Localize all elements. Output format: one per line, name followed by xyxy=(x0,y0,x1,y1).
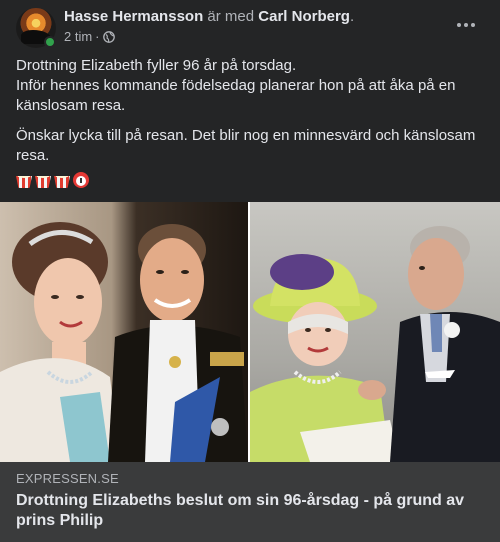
meta-separator: · xyxy=(95,29,100,44)
post-meta: 2 tim · xyxy=(64,29,115,44)
link-preview[interactable]: EXPRESSEN.SE Drottning Elizabeths beslut… xyxy=(0,462,500,542)
post-line: Inför hennes kommande födelsedag planera… xyxy=(16,77,456,114)
tagged-name[interactable]: Carl Norberg xyxy=(258,8,350,25)
link-preview-image[interactable] xyxy=(0,202,500,462)
online-status-dot xyxy=(44,36,56,48)
post-header: Hasse Hermansson är med Carl Norberg. 2 … xyxy=(0,0,500,52)
link-headline[interactable]: Drottning Elizabeths beslut om sin 96-år… xyxy=(16,491,486,531)
alarm-clock-icon xyxy=(73,172,89,188)
post-paragraph-2: Önskar lycka till på resan. Det blir nog… xyxy=(16,127,476,164)
popcorn-icon xyxy=(54,176,70,188)
popcorn-icon xyxy=(16,176,32,188)
photo-left xyxy=(0,202,248,462)
more-options-button[interactable] xyxy=(448,10,484,40)
post-text: Drottning Elizabeth fyller 96 år på tors… xyxy=(16,56,486,176)
post-paragraph-1: Drottning Elizabeth fyller 96 år på tors… xyxy=(16,56,486,116)
link-source: EXPRESSEN.SE xyxy=(16,471,119,486)
post-line: Drottning Elizabeth fyller 96 år på tors… xyxy=(16,57,297,74)
tagged-suffix: . xyxy=(349,8,355,25)
author-name[interactable]: Hasse Hermansson xyxy=(64,8,203,25)
post-time[interactable]: 2 tim xyxy=(64,29,92,44)
emoji-row xyxy=(16,172,89,188)
with-text: är med xyxy=(207,8,255,25)
photo-right xyxy=(250,202,500,462)
globe-icon[interactable] xyxy=(102,30,115,43)
author-line: Hasse Hermansson är med Carl Norberg. xyxy=(64,7,354,26)
popcorn-icon xyxy=(35,176,51,188)
more-options-icon xyxy=(457,23,475,27)
